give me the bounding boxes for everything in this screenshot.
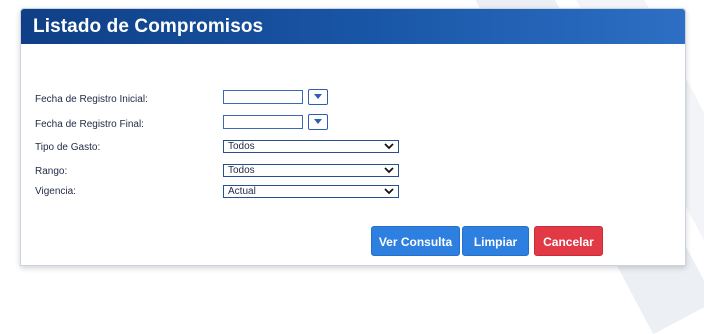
tipo-gasto-value: Todos: [228, 141, 255, 152]
chevron-down-icon: [384, 143, 394, 150]
chevron-down-icon: [384, 188, 394, 195]
limpiar-button[interactable]: Limpiar: [462, 226, 529, 256]
caret-down-icon: [314, 119, 322, 124]
caret-down-icon: [314, 94, 322, 99]
compromisos-panel: Listado de Compromisos Fecha de Registro…: [20, 8, 686, 266]
vigencia-value: Actual: [228, 186, 256, 197]
vigencia-select[interactable]: Actual: [223, 185, 399, 198]
tipo-gasto-select[interactable]: Todos: [223, 140, 399, 153]
fecha-inicial-label: Fecha de Registro Inicial:: [35, 94, 148, 105]
page-title: Listado de Compromisos: [33, 16, 264, 37]
vigencia-label: Vigencia:: [35, 186, 76, 197]
fecha-inicial-dropdown-button[interactable]: [308, 89, 328, 105]
fecha-inicial-input[interactable]: [223, 90, 303, 104]
fecha-final-label: Fecha de Registro Final:: [35, 119, 144, 130]
rango-value: Todos: [228, 165, 255, 176]
rango-select[interactable]: Todos: [223, 164, 399, 177]
panel-header: Listado de Compromisos: [21, 9, 685, 44]
chevron-down-icon: [384, 167, 394, 174]
fecha-final-input[interactable]: [223, 115, 303, 129]
cancelar-button[interactable]: Cancelar: [534, 226, 603, 256]
ver-consulta-button[interactable]: Ver Consulta: [371, 226, 460, 256]
tipo-gasto-label: Tipo de Gasto:: [35, 142, 101, 153]
rango-label: Rango:: [35, 166, 68, 177]
fecha-final-dropdown-button[interactable]: [308, 114, 328, 130]
